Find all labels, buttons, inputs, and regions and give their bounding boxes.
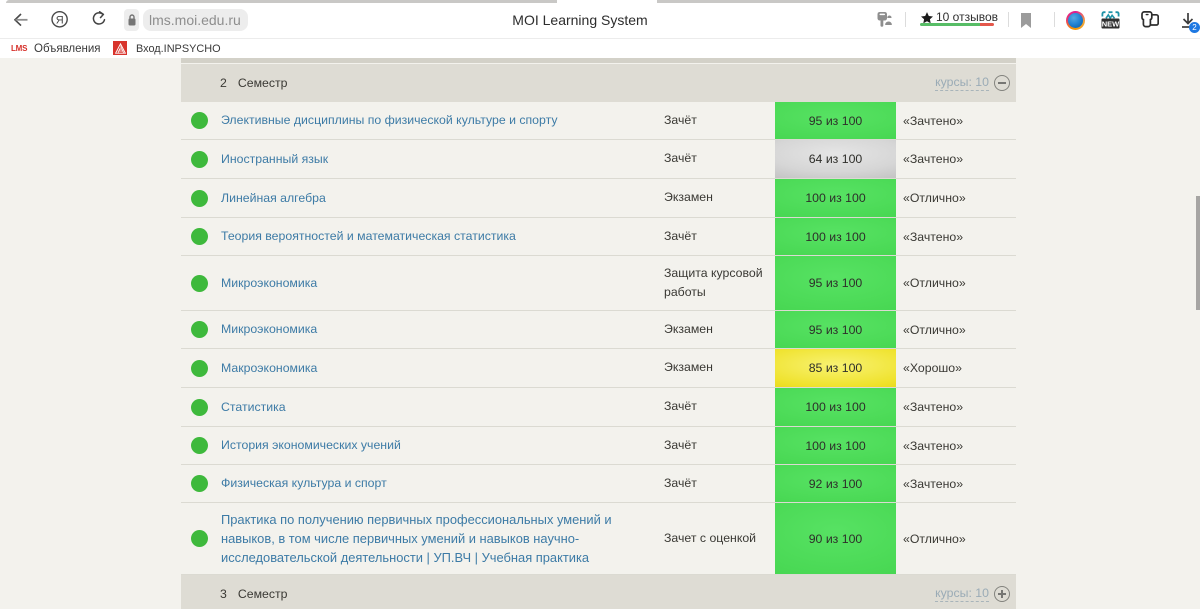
svg-text:Я: Я [56,15,64,27]
svg-text:NEW: NEW [1102,19,1120,28]
